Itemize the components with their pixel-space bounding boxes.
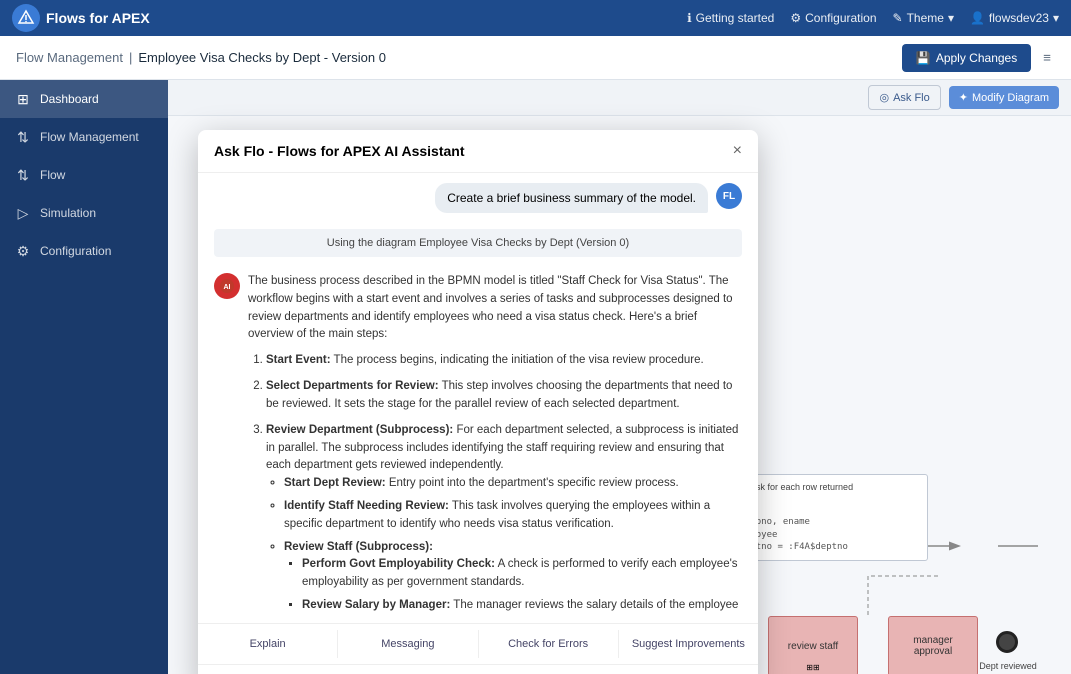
ai-sub-sub-2-title: Review Salary by Manager: xyxy=(302,599,450,611)
sidebar-item-simulation[interactable]: ▷ Simulation xyxy=(0,194,168,232)
ai-step-3-sub-1-text: Entry point into the department's specif… xyxy=(389,477,679,489)
breadcrumb-parent[interactable]: Flow Management xyxy=(16,50,123,65)
ai-step-3-sub-2-title: Identify Staff Needing Review: xyxy=(284,500,449,512)
ai-step-3: Review Department (Subprocess): For each… xyxy=(266,422,742,613)
breadcrumb: Flow Management | Employee Visa Checks b… xyxy=(16,50,386,65)
ai-input-area xyxy=(198,664,758,674)
save-icon: 💾 xyxy=(916,51,931,65)
chevron-down-icon: ▾ xyxy=(948,11,954,25)
ai-step-3-sub-3: Review Staff (Subprocess): Perform Govt … xyxy=(284,539,742,613)
ai-step-3-sub-sub-list: Perform Govt Employability Check: A chec… xyxy=(284,556,742,613)
breadcrumb-bar: Flow Management | Employee Visa Checks b… xyxy=(0,36,1071,80)
user-nav[interactable]: 👤 flowsdev23 ▾ xyxy=(970,11,1059,25)
sub-toolbar: ◎ Ask Flo ✦ Modify Diagram xyxy=(168,80,1071,116)
modify-icon: ✦ xyxy=(959,91,968,104)
chevron-down-icon: ▾ xyxy=(1053,11,1059,25)
gear-icon: ⚙ xyxy=(790,11,801,25)
ai-step-1: Start Event: The process begins, indicat… xyxy=(266,352,742,370)
pencil-icon: ✎ xyxy=(893,11,903,25)
sidebar-item-flow[interactable]: ⇅ Flow xyxy=(0,156,168,194)
ai-step-3-sub-3-title: Review Staff (Subprocess): xyxy=(284,541,433,553)
ai-sub-sub-2: Review Salary by Manager: The manager re… xyxy=(302,597,742,613)
ai-dialog-close-button[interactable]: × xyxy=(733,142,742,160)
logo-icon xyxy=(12,4,40,32)
app-logo: Flows for APEX xyxy=(12,4,150,32)
ai-dialog: Ask Flo - Flows for APEX AI Assistant × … xyxy=(198,130,758,674)
ai-sub-sub-2-text: The manager reviews the salary details o… xyxy=(453,599,738,611)
ask-flo-button[interactable]: ◎ Ask Flo xyxy=(868,85,940,110)
task-review-staff[interactable]: review staff ⊞⊞ xyxy=(768,616,858,674)
ai-dialog-title: Ask Flo - Flows for APEX AI Assistant xyxy=(214,143,464,159)
theme-nav[interactable]: ✎ Theme ▾ xyxy=(893,11,954,25)
end-event-label: Dept reviewed xyxy=(978,661,1038,671)
ai-step-3-sub-1-title: Start Dept Review: xyxy=(284,477,386,489)
top-nav-right: ℹ Getting started ⚙ Configuration ✎ Them… xyxy=(687,11,1059,25)
system-message-row: Using the diagram Employee Visa Checks b… xyxy=(198,223,758,267)
ai-sub-sub-1-title: Perform Govt Employability Check: xyxy=(302,558,495,570)
content-area: ◎ Ask Flo ✦ Modify Diagram xyxy=(168,80,1071,674)
quick-action-explain[interactable]: Explain xyxy=(198,630,338,658)
ai-step-3-sub-1: Start Dept Review: Entry point into the … xyxy=(284,475,742,493)
task-manager-approval[interactable]: manager approval xyxy=(888,616,978,674)
ai-step-1-text: The process begins, indicating the initi… xyxy=(334,354,704,366)
user-message-bubble: Create a brief business summary of the m… xyxy=(435,183,708,213)
ai-step-1-title: Start Event: xyxy=(266,354,331,366)
app-name: Flows for APEX xyxy=(46,10,150,26)
sidebar-item-flow-management[interactable]: ⇅ Flow Management xyxy=(0,118,168,156)
quick-action-suggest[interactable]: Suggest Improvements xyxy=(619,630,758,658)
info-icon: ℹ xyxy=(687,11,692,25)
task-icons: ⊞⊞ xyxy=(806,663,819,672)
ai-step-3-sub-2: Identify Staff Needing Review: This task… xyxy=(284,498,742,534)
ask-flo-icon: ◎ xyxy=(879,91,889,104)
config-icon: ⚙ xyxy=(14,242,32,260)
flow-icon: ⇅ xyxy=(14,166,32,184)
simulation-icon: ▷ xyxy=(14,204,32,222)
sidebar-item-dashboard[interactable]: ⊞ Dashboard xyxy=(0,80,168,118)
breadcrumb-actions: 💾 Apply Changes ≡ xyxy=(902,44,1055,72)
more-options-button[interactable]: ≡ xyxy=(1039,46,1055,69)
user-message-row: Create a brief business summary of the m… xyxy=(198,173,758,223)
system-message-bubble: Using the diagram Employee Visa Checks b… xyxy=(214,229,742,257)
ai-step-2: Select Departments for Review: This step… xyxy=(266,378,742,414)
getting-started-nav[interactable]: ℹ Getting started xyxy=(687,11,774,25)
modify-diagram-button[interactable]: ✦ Modify Diagram xyxy=(949,86,1059,109)
breadcrumb-current: Employee Visa Checks by Dept - Version 0 xyxy=(138,50,386,65)
ai-avatar: AI xyxy=(214,273,240,299)
sidebar-item-configuration[interactable]: ⚙ Configuration xyxy=(0,232,168,270)
svg-text:AI: AI xyxy=(224,284,231,291)
ai-step-3-title: Review Department (Subprocess): xyxy=(266,424,453,436)
end-event xyxy=(996,631,1018,653)
breadcrumb-separator: | xyxy=(129,50,132,65)
sidebar: ⊞ Dashboard ⇅ Flow Management ⇅ Flow ▷ S… xyxy=(0,80,168,674)
top-nav-left: Flows for APEX xyxy=(12,4,150,32)
ai-step-3-sub-list: Start Dept Review: Entry point into the … xyxy=(266,475,742,613)
flow-management-icon: ⇅ xyxy=(14,128,32,146)
top-nav: Flows for APEX ℹ Getting started ⚙ Confi… xyxy=(0,0,1071,36)
dashboard-icon: ⊞ xyxy=(14,90,32,108)
ai-step-2-title: Select Departments for Review: xyxy=(266,380,439,392)
ai-intro-text: The business process described in the BP… xyxy=(248,273,742,344)
quick-action-check-errors[interactable]: Check for Errors xyxy=(479,630,619,658)
quick-action-messaging[interactable]: Messaging xyxy=(338,630,478,658)
quick-actions-bar: Explain Messaging Check for Errors Sugge… xyxy=(198,623,758,664)
ai-response-content: The business process described in the BP… xyxy=(248,273,742,613)
ai-sub-sub-1: Perform Govt Employability Check: A chec… xyxy=(302,556,742,592)
apply-changes-button[interactable]: 💾 Apply Changes xyxy=(902,44,1031,72)
ai-dialog-header: Ask Flo - Flows for APEX AI Assistant × xyxy=(198,130,758,173)
ai-response-row: AI The business process described in the… xyxy=(198,267,758,623)
user-avatar: FL xyxy=(716,183,742,209)
user-icon: 👤 xyxy=(970,11,985,25)
configuration-nav[interactable]: ⚙ Configuration xyxy=(790,11,876,25)
main-layout: ⊞ Dashboard ⇅ Flow Management ⇅ Flow ▷ S… xyxy=(0,80,1071,674)
ai-steps-list: Start Event: The process begins, indicat… xyxy=(248,352,742,613)
